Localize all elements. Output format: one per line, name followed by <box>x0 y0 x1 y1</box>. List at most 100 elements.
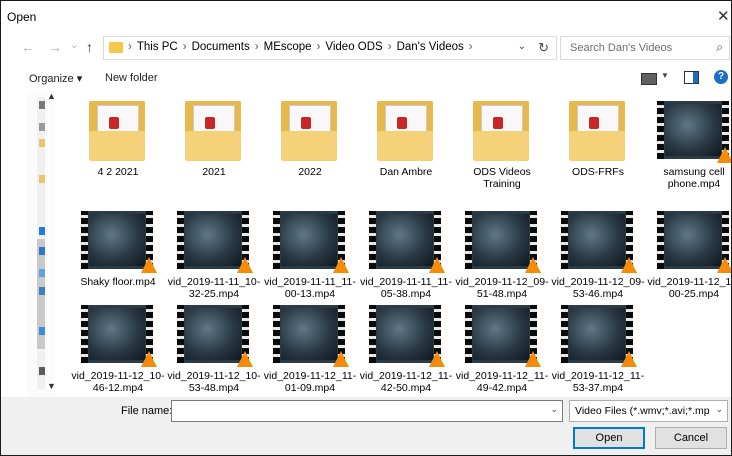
new-folder-button[interactable]: New folder <box>105 72 158 84</box>
video-icon <box>169 207 259 273</box>
breadcrumb: › This PC › Documents › MEscope › Video ODS › Dan… <box>128 41 478 53</box>
video-file-item[interactable]: vid_2019-11-12_11-49-42.mp4 <box>455 301 549 394</box>
breadcrumb-separator-icon[interactable]: › <box>317 41 321 53</box>
video-icon <box>457 301 547 367</box>
pictures-icon[interactable] <box>39 269 45 277</box>
refresh-icon[interactable]: ↻ <box>538 40 549 56</box>
folder-icon[interactable] <box>39 175 45 183</box>
video-file-item[interactable]: vid_2019-11-12_10-53-48.mp4 <box>167 301 261 394</box>
breadcrumb-item[interactable]: This PC <box>137 41 178 53</box>
item-label: 4 2 2021 <box>97 166 139 178</box>
cancel-button[interactable]: Cancel <box>655 427 727 449</box>
video-file-item[interactable]: vid_2019-11-12_09-51-48.mp4 <box>455 207 549 300</box>
video-file-item[interactable]: vid_2019-11-12_10-00-25.mp4 <box>647 207 732 300</box>
title-bar: Open ✕ <box>1 1 731 33</box>
breadcrumb-separator-icon[interactable]: › <box>183 41 187 53</box>
folder-item[interactable]: ODS Videos Training <box>455 97 549 190</box>
item-label: vid_2019-11-12_11-42-50.mp4 <box>359 370 453 394</box>
view-dropdown-icon[interactable]: ▼ <box>661 71 669 87</box>
up-arrow-icon[interactable]: ↑ <box>86 39 93 55</box>
folder-item[interactable]: 4 2 2021 <box>71 97 165 178</box>
close-icon[interactable]: ✕ <box>717 7 731 27</box>
file-name-input[interactable] <box>174 402 538 420</box>
video-file-item[interactable]: vid_2019-11-12_10-46-12.mp4 <box>71 301 165 394</box>
breadcrumb-item[interactable]: Dan's Videos <box>397 41 464 53</box>
item-label: samsung cell phone.mp4 <box>663 166 725 190</box>
search-placeholder: Search Dan's Videos <box>570 42 673 54</box>
file-list[interactable]: 4 2 2021 2021 2022 Dan Ambre ODS Videos Trai… <box>71 97 731 397</box>
folder-icon[interactable] <box>39 139 45 147</box>
folder-item[interactable]: 2022 <box>263 97 357 178</box>
scroll-up-icon[interactable]: ▲ <box>47 91 56 101</box>
item-label: ODS-FRFs <box>572 166 624 178</box>
navigation-bar: ← → ⌄ ↑ › This PC › Documents › MEscope › Video… <box>1 35 731 61</box>
search-icon[interactable]: ⌕ <box>716 40 723 55</box>
breadcrumb-separator-icon[interactable]: › <box>128 41 132 53</box>
folder-icon <box>457 97 547 163</box>
folder-icon <box>361 97 451 163</box>
folder-icon <box>265 97 355 163</box>
preview-pane-icon[interactable] <box>684 71 699 84</box>
folder-item[interactable]: ODS-FRFs <box>551 97 645 178</box>
item-label: vid_2019-11-11_10-32-25.mp4 <box>167 276 261 300</box>
desktop-icon[interactable] <box>39 123 45 131</box>
video-file-item[interactable]: vid_2019-11-11_10-32-25.mp4 <box>167 207 261 300</box>
video-icon <box>649 207 731 273</box>
file-name-field[interactable]: ⌄ <box>171 400 563 422</box>
video-file-item[interactable]: samsung cell phone.mp4 <box>647 97 731 190</box>
quick-access-icon[interactable] <box>39 101 45 109</box>
file-type-value: Video Files (*.wmv;*.avi;*.mpg;* <box>575 405 710 417</box>
documents-icon[interactable] <box>39 287 45 295</box>
video-icon <box>361 301 451 367</box>
this-pc-icon[interactable] <box>39 247 45 255</box>
organize-menu-button[interactable]: Organize ▾ <box>29 72 82 85</box>
video-icon <box>361 207 451 273</box>
video-icon <box>73 207 163 273</box>
command-bar: Organize ▾ New folder ▼ ? <box>1 63 731 91</box>
navigation-pane[interactable]: ▲ ▼ <box>27 91 56 397</box>
breadcrumb-item[interactable]: Video ODS <box>325 41 382 53</box>
chevron-down-icon[interactable]: ⌄ <box>550 404 558 415</box>
breadcrumb-separator-icon[interactable]: › <box>388 41 392 53</box>
video-file-item[interactable]: Shaky floor.mp4 <box>71 207 165 288</box>
back-arrow-icon[interactable]: ← <box>21 39 35 55</box>
breadcrumb-item[interactable]: MEscope <box>264 41 312 53</box>
video-file-item[interactable]: vid_2019-11-11_11-00-13.mp4 <box>263 207 357 300</box>
folder-item[interactable]: Dan Ambre <box>359 97 453 178</box>
forward-arrow-icon[interactable]: → <box>48 39 62 55</box>
breadcrumb-separator-icon[interactable]: › <box>255 41 259 53</box>
file-type-select[interactable]: Video Files (*.wmv;*.avi;*.mpg;* ⌄ <box>569 400 728 422</box>
address-bar[interactable]: › This PC › Documents › MEscope › Video ODS › Dan… <box>103 36 557 60</box>
onedrive-icon[interactable] <box>39 227 45 235</box>
help-icon[interactable]: ? <box>714 70 728 84</box>
video-file-item[interactable]: vid_2019-11-11_11-05-38.mp4 <box>359 207 453 300</box>
item-label: vid_2019-11-12_09-53-46.mp4 <box>551 276 645 300</box>
video-file-item[interactable]: vid_2019-11-12_11-53-37.mp4 <box>551 301 645 394</box>
open-dialog: Open ✕ ← → ⌄ ↑ › This PC › Documents › MEscop… <box>0 0 732 456</box>
folder-item[interactable]: 2021 <box>167 97 261 178</box>
dialog-title: Open <box>7 10 37 24</box>
item-label: vid_2019-11-12_11-01-09.mp4 <box>263 370 357 394</box>
recent-locations-icon[interactable]: ⌄ <box>70 40 78 51</box>
file-name-label: File name: <box>121 405 173 417</box>
downloads-icon[interactable] <box>39 327 45 335</box>
scroll-down-icon[interactable]: ▼ <box>47 381 56 391</box>
video-file-item[interactable]: vid_2019-11-12_09-53-46.mp4 <box>551 207 645 300</box>
video-file-item[interactable]: vid_2019-11-12_11-01-09.mp4 <box>263 301 357 394</box>
drive-icon[interactable] <box>39 367 45 375</box>
video-icon <box>553 301 643 367</box>
item-label: vid_2019-11-12_10-53-48.mp4 <box>167 370 261 394</box>
folder-icon <box>73 97 163 163</box>
breadcrumb-item[interactable]: Documents <box>192 41 250 53</box>
item-label: vid_2019-11-12_11-49-42.mp4 <box>455 370 549 394</box>
breadcrumb-separator-icon[interactable]: › <box>469 41 473 53</box>
video-file-item[interactable]: vid_2019-11-12_11-42-50.mp4 <box>359 301 453 394</box>
change-view-icon[interactable] <box>641 73 657 85</box>
item-label: vid_2019-11-12_10-00-25.mp4 <box>647 276 732 300</box>
open-button[interactable]: Open <box>573 427 645 449</box>
chevron-down-icon[interactable]: ⌄ <box>518 41 526 52</box>
video-icon <box>553 207 643 273</box>
search-box[interactable]: Search Dan's Videos ⌕ <box>560 36 730 60</box>
item-label: Shaky floor.mp4 <box>80 276 156 288</box>
chevron-down-icon[interactable]: ⌄ <box>715 404 723 415</box>
